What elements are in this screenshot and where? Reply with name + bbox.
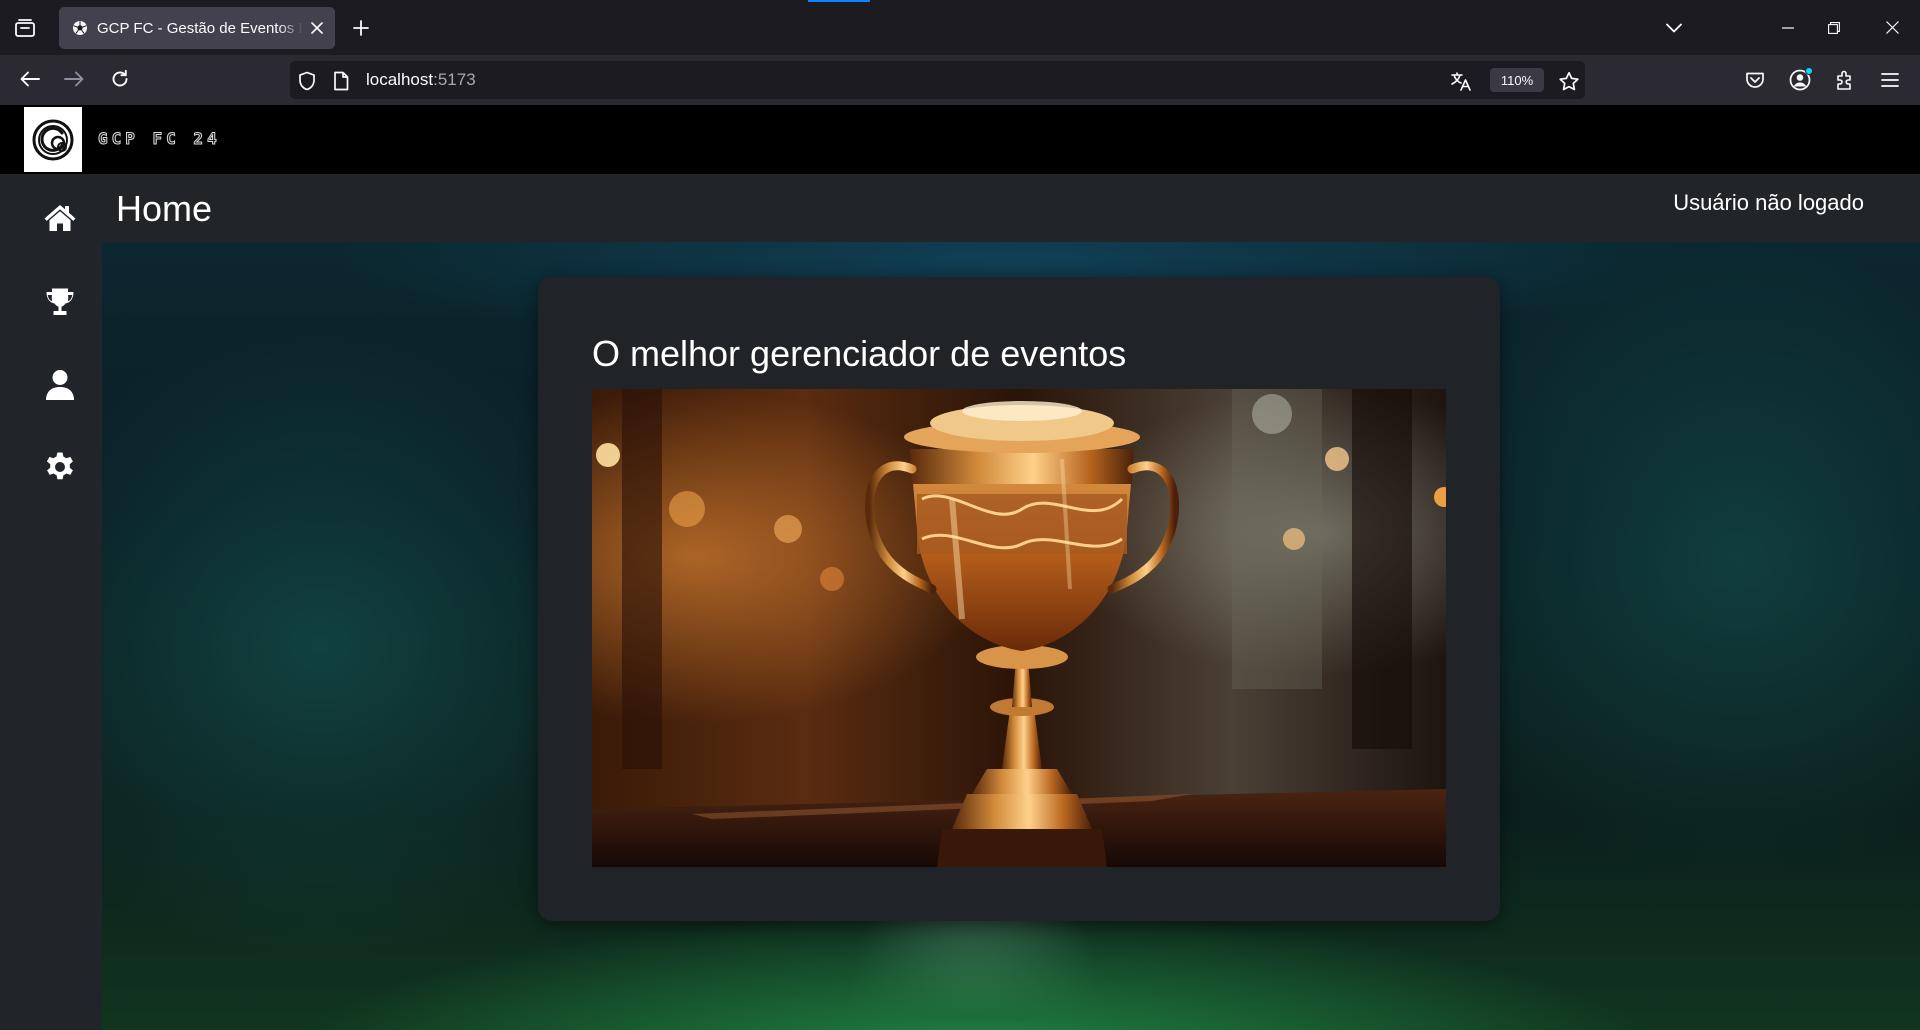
page-title: Home: [116, 188, 213, 229]
sidebar-item-settings[interactable]: [30, 437, 90, 497]
sidebar-item-home[interactable]: [30, 188, 90, 248]
reload-icon[interactable]: [104, 63, 136, 95]
home-icon: [44, 205, 76, 231]
browser-tab-bar: GCP FC - Gestão de Eventos Esportivos: [0, 0, 1920, 55]
trophy-photo: [592, 389, 1446, 867]
sidebar-item-events[interactable]: [30, 272, 90, 332]
soccer-ball-icon: [73, 21, 87, 35]
puzzle-icon[interactable]: [1829, 64, 1861, 96]
chevron-down-icon[interactable]: [1660, 14, 1688, 42]
close-icon[interactable]: [309, 20, 325, 36]
logo[interactable]: [24, 107, 82, 172]
page-header: Home Usuário não logado: [102, 174, 1920, 242]
brand-name: GCP FC 24: [98, 129, 221, 149]
shield-icon[interactable]: [296, 70, 318, 92]
url-bar[interactable]: localhost:5173 110%: [290, 61, 1585, 99]
tab-bar-accent: [808, 0, 870, 2]
zoom-level-button[interactable]: 110%: [1490, 68, 1544, 92]
sidebar-item-profile[interactable]: [30, 355, 90, 415]
arrow-left-icon[interactable]: [14, 63, 46, 95]
sidebar: [0, 174, 102, 1030]
notification-dot: [1805, 67, 1813, 75]
gear-icon: [46, 452, 73, 480]
translate-icon[interactable]: [1450, 70, 1472, 92]
account-icon[interactable]: [1784, 64, 1816, 96]
url-host: localhost: [366, 70, 434, 89]
browser-nav-bar: localhost:5173 110%: [0, 55, 1920, 105]
window-close-icon[interactable]: [1864, 0, 1920, 55]
star-icon[interactable]: [1558, 70, 1580, 92]
tab-title: GCP FC - Gestão de Eventos Esportivos: [97, 19, 303, 37]
restore-icon[interactable]: [1806, 0, 1862, 55]
plus-icon[interactable]: [347, 14, 375, 42]
app-header: GCP FC 24: [0, 105, 1920, 174]
hero-card: O melhor gerenciador de eventos: [538, 277, 1500, 921]
gcp-logo-icon: [32, 119, 74, 160]
user-status[interactable]: Usuário não logado: [1673, 190, 1864, 216]
browser-tab-active[interactable]: GCP FC - Gestão de Eventos Esportivos: [59, 7, 335, 49]
tab-list-icon[interactable]: [10, 14, 40, 42]
page-icon[interactable]: [330, 70, 352, 92]
arrow-right-icon[interactable]: [58, 63, 90, 95]
main-content: Home Usuário não logado O melhor gerenci…: [102, 174, 1920, 1030]
url-text[interactable]: localhost:5173: [366, 70, 476, 90]
pocket-icon[interactable]: [1739, 64, 1771, 96]
user-icon: [46, 370, 74, 400]
trophy-icon: [46, 288, 74, 315]
hamburger-icon[interactable]: [1874, 64, 1906, 96]
url-port: :5173: [433, 70, 476, 89]
card-title: O melhor gerenciador de eventos: [592, 333, 1127, 374]
app-root: GCP FC 24 Home Usuário não logado O melh…: [0, 105, 1920, 1030]
